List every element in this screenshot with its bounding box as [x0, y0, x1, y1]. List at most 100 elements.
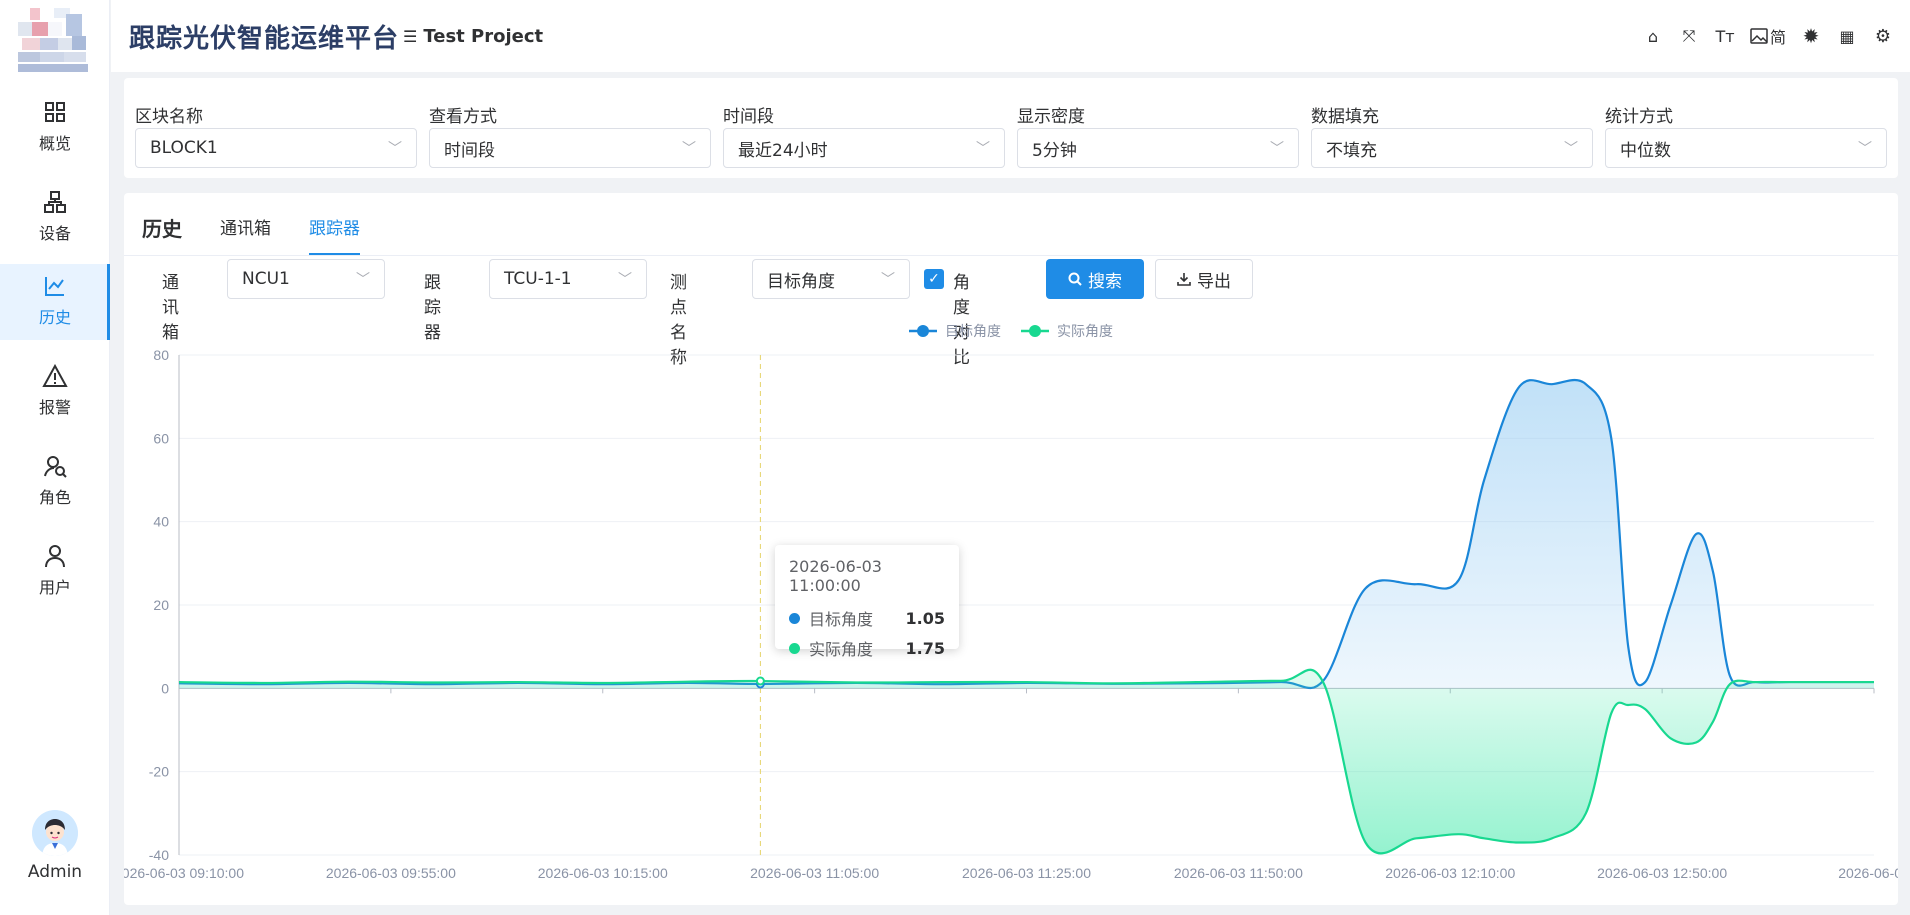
filter-label: 时间段: [723, 107, 774, 127]
search-button[interactable]: 搜索: [1046, 259, 1144, 299]
grid-icon[interactable]: ▦: [1836, 24, 1858, 48]
fill-select[interactable]: 不填充 ﹀: [1311, 128, 1593, 168]
filter-label: 区块名称: [135, 107, 203, 127]
filter-block: 区块名称 BLOCK1 ﹀: [135, 102, 417, 168]
filter-label: 数据填充: [1311, 107, 1379, 127]
y-tick-label: 0: [161, 680, 169, 696]
theme-icon[interactable]: ✹: [1800, 24, 1822, 48]
y-tick-label: 60: [153, 430, 169, 446]
chart-tooltip: 2026-06-03 11:00:00 目标角度 1.05 实际角度 1.75: [775, 545, 959, 659]
chevron-down-icon: ﹀: [1858, 141, 1872, 157]
point-select[interactable]: 目标角度 ﹀: [752, 259, 910, 299]
user-icon: [45, 545, 65, 568]
x-tick-label: 2026-06-03 11:25:00: [962, 865, 1091, 881]
y-tick-label: -40: [149, 847, 169, 863]
tab-tracker[interactable]: 跟踪器: [309, 203, 360, 255]
panel-title: 历史: [142, 217, 182, 241]
y-axis-ticks: 80 60 40 20 0 -20 -40: [149, 347, 169, 863]
y-tick-label: -20: [149, 764, 169, 780]
tracker-select[interactable]: TCU-1-1 ﹀: [489, 259, 647, 299]
language-label: 简: [1769, 28, 1786, 47]
sidebar-item-label: 报警: [38, 398, 71, 417]
select-value: 时间段: [444, 140, 495, 161]
search-icon: [1068, 272, 1082, 286]
export-button[interactable]: 导出: [1155, 259, 1253, 299]
view-mode-select[interactable]: 时间段 ﹀: [429, 128, 711, 168]
compare-checkbox[interactable]: ✓: [924, 269, 944, 289]
tooltip-series-value: 1.75: [905, 638, 945, 658]
filter-label: 查看方式: [429, 107, 497, 127]
filter-label: 显示密度: [1017, 107, 1085, 127]
list-icon: ☰: [403, 27, 418, 46]
font-size-icon[interactable]: Tт: [1714, 24, 1736, 48]
avatar[interactable]: [32, 810, 78, 856]
tooltip-time: 2026-06-03 11:00:00: [789, 557, 882, 595]
role-icon: [44, 456, 67, 478]
x-tick-label: 2026-06-03 11:50:00: [1174, 865, 1303, 881]
ncu-select[interactable]: NCU1 ﹀: [227, 259, 385, 299]
overview-icon: [45, 102, 65, 122]
language-icon[interactable]: 简: [1750, 24, 1786, 48]
chevron-down-icon: ﹀: [1564, 141, 1578, 157]
sidebar-item-device[interactable]: 设备: [0, 180, 110, 256]
chevron-down-icon: ﹀: [682, 141, 696, 157]
project-name: Test Project: [423, 26, 544, 47]
filter-view-mode: 查看方式 时间段 ﹀: [429, 102, 711, 168]
device-icon: [44, 191, 66, 213]
sidebar-item-label: 历史: [38, 308, 71, 327]
y-tick-label: 80: [153, 347, 169, 363]
app-logo: [18, 8, 88, 74]
sidebar-item-alarm[interactable]: 报警: [0, 354, 110, 430]
time-range-select[interactable]: 最近24小时 ﹀: [723, 128, 1005, 168]
sidebar-item-role[interactable]: 角色: [0, 444, 110, 520]
export-button-label: 导出: [1197, 271, 1231, 292]
series-area: [179, 669, 1874, 854]
header: 跟踪光伏智能运维平台 ☰ Test Project ⌂ ⤧ Tт 简 ✹ ▦ ⚙: [111, 0, 1910, 72]
sidebar-item-label: 用户: [38, 578, 71, 597]
filter-fill: 数据填充 不填充 ﹀: [1311, 102, 1593, 168]
chart-legend[interactable]: 目标角度 实际角度: [909, 323, 1113, 339]
settings-icon[interactable]: ⚙: [1872, 24, 1894, 48]
sidebar-item-overview[interactable]: 概览: [0, 90, 110, 166]
project-selector[interactable]: ☰ Test Project: [403, 26, 543, 47]
download-icon: [1177, 273, 1191, 286]
select-value: 中位数: [1620, 140, 1671, 161]
select-value: 5分钟: [1032, 140, 1077, 161]
chevron-down-icon: ﹀: [618, 272, 632, 288]
y-tick-label: 40: [153, 514, 169, 530]
stat-select[interactable]: 中位数 ﹀: [1605, 128, 1887, 168]
filter-label: 统计方式: [1605, 107, 1673, 127]
user-name[interactable]: Admin: [0, 862, 110, 882]
tooltip-series-value: 1.05: [905, 608, 945, 628]
tooltip-row-actual: 实际角度 1.75: [789, 633, 945, 663]
home-icon[interactable]: ⌂: [1642, 24, 1664, 48]
select-value: 目标角度: [767, 271, 835, 292]
select-value: BLOCK1: [150, 138, 218, 158]
block-select[interactable]: BLOCK1 ﹀: [135, 128, 417, 168]
sidebar-item-label: 设备: [38, 224, 71, 243]
history-chart[interactable]: 目标角度 实际角度 806040200-20-40 2026-06-03 09:1…: [124, 305, 1898, 895]
series-dot-icon: [789, 642, 800, 654]
chevron-down-icon: ﹀: [356, 272, 370, 288]
x-tick-label: 2026-06-03 12:50:00: [1597, 865, 1727, 881]
density-select[interactable]: 5分钟 ﹀: [1017, 128, 1299, 168]
select-value: NCU1: [242, 269, 290, 289]
x-tick-label: 2026-06-03: [1838, 865, 1898, 881]
sidebar-item-history[interactable]: 历史: [0, 264, 110, 340]
fullscreen-icon[interactable]: ⤧: [1678, 24, 1700, 48]
sidebar-item-user[interactable]: 用户: [0, 534, 110, 610]
chevron-down-icon: ﹀: [976, 141, 990, 157]
legend-label: 实际角度: [1057, 323, 1113, 339]
legend-marker: [917, 325, 929, 337]
x-tick-label: 2026-06-03 11:05:00: [750, 865, 879, 881]
image-icon: [1750, 28, 1768, 44]
alarm-icon: [42, 364, 68, 387]
x-tick-label: 2026-06-03 09:10:00: [124, 865, 244, 881]
legend-label: 目标角度: [945, 323, 1001, 339]
tooltip-row-target: 目标角度 1.05: [789, 603, 945, 633]
tab-ncu[interactable]: 通讯箱: [220, 203, 271, 255]
tooltip-series-name: 实际角度: [809, 640, 874, 659]
legend-marker: [1029, 325, 1041, 337]
data-point: [755, 676, 765, 686]
select-value: TCU-1-1: [504, 269, 572, 289]
